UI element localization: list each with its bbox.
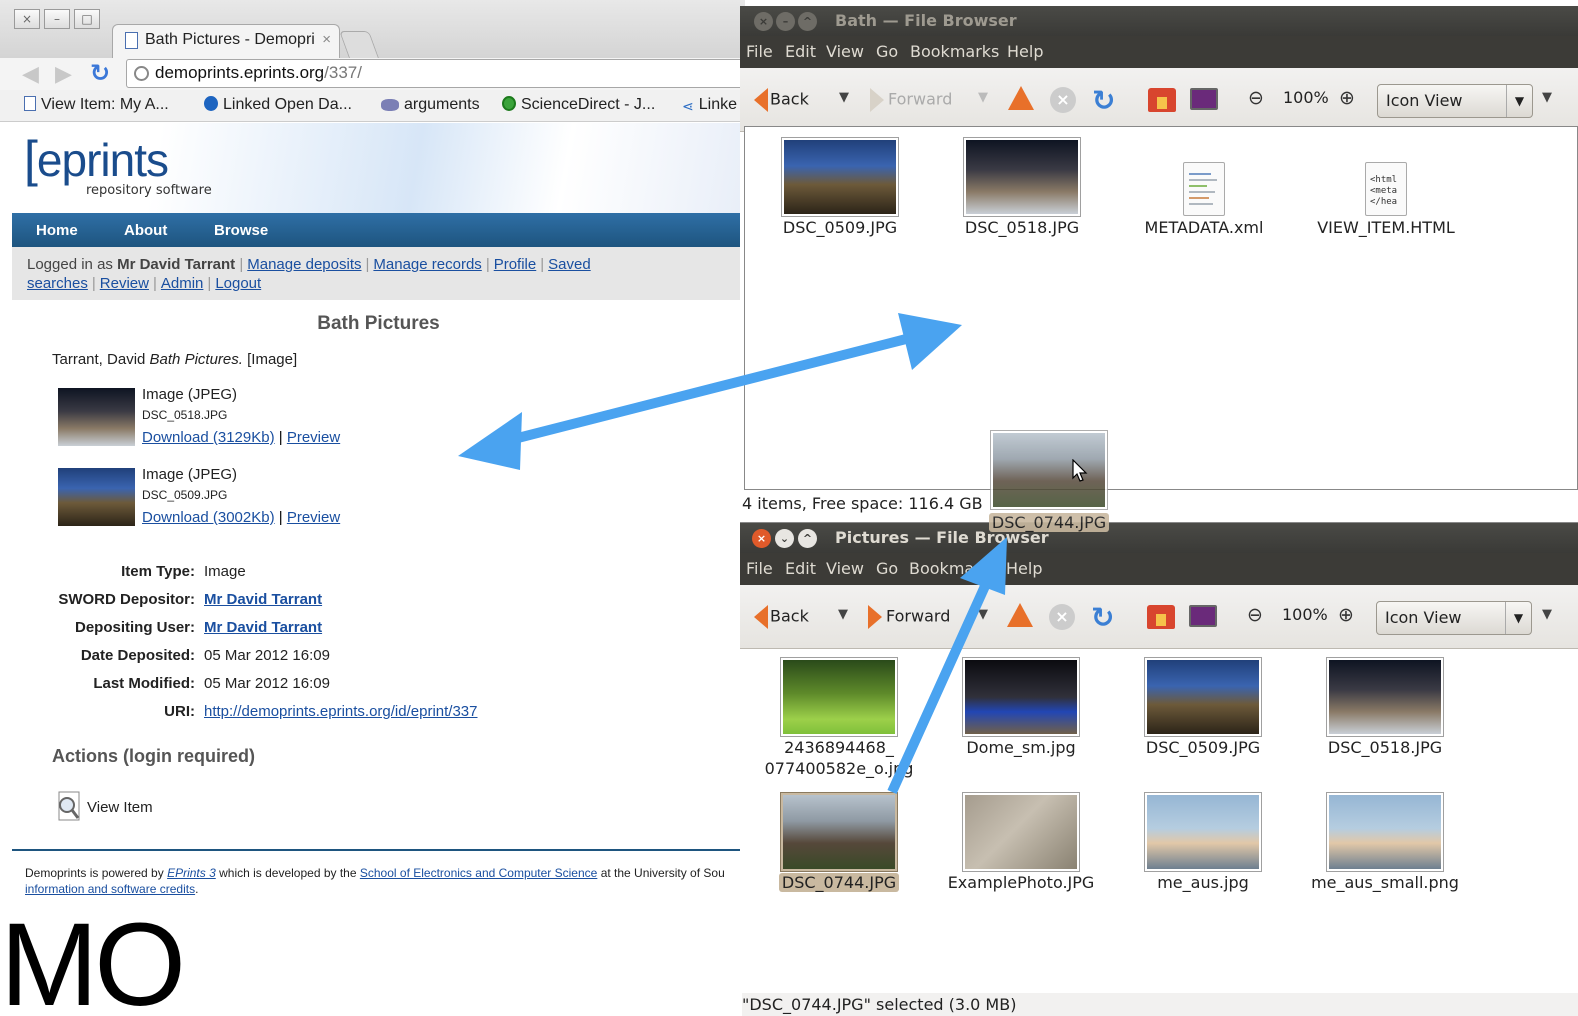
annotation-arrows: [458, 313, 1007, 795]
up-arrow-annotation-icon: [887, 537, 1007, 795]
double-arrow-icon: [458, 313, 962, 470]
